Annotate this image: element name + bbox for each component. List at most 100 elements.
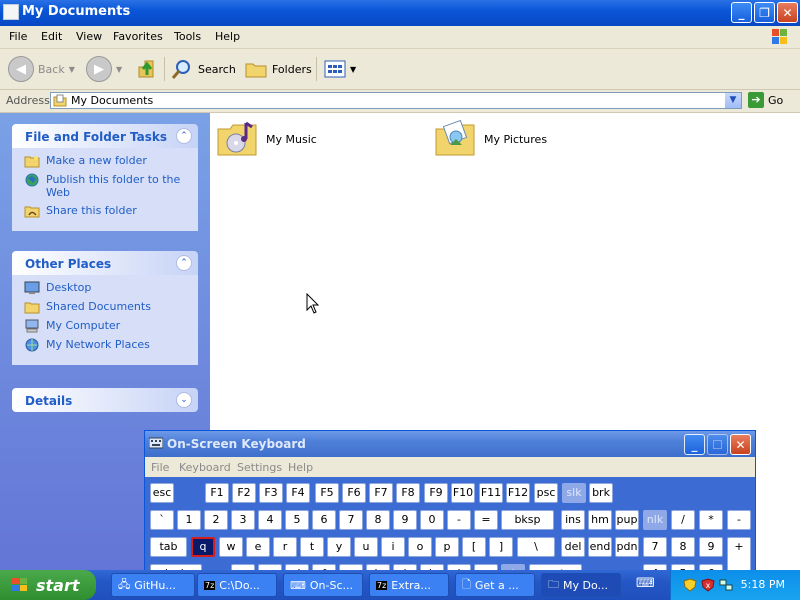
key-row1-7[interactable]: F7 [369,483,393,503]
collapse-chevron-icon[interactable]: ⌃ [176,128,192,144]
key-row2-13[interactable]: bksp [501,510,554,530]
key-row2-16[interactable]: pup [615,510,639,530]
osk-menu-settings[interactable]: Settings [237,461,282,474]
key-row3-11[interactable]: [ [462,537,486,557]
key-row1-9[interactable]: F9 [424,483,448,503]
osk-menu-help[interactable]: Help [288,461,313,474]
osk-menu-file[interactable]: File [151,461,169,474]
key-row2-7[interactable]: 7 [339,510,363,530]
key-row3-18[interactable]: 8 [671,537,695,557]
task-share-folder[interactable]: Share this folder [24,204,188,218]
key-row1-2[interactable]: F2 [232,483,256,503]
key-row3-8[interactable]: i [381,537,405,557]
key-row2-12[interactable]: = [474,510,498,530]
panel-header[interactable]: File and Folder Tasks ⌃ [12,124,198,148]
restore-button[interactable]: ❐ [754,2,775,23]
taskbar-item-on-screen-keyboard[interactable]: ⌨ On-Sc... [283,573,363,597]
key-row2-9[interactable]: 9 [393,510,417,530]
place-shared-documents[interactable]: Shared Documents [24,300,188,314]
key-row1-12[interactable]: F12 [506,483,530,503]
key-row3-0[interactable]: tab [150,537,187,557]
key-row2-2[interactable]: 2 [204,510,228,530]
security-alert-icon[interactable]: x [701,578,715,592]
menu-favorites[interactable]: Favorites [113,30,163,43]
key-row3-4[interactable]: r [273,537,297,557]
key-row2-11[interactable]: - [447,510,471,530]
security-shield-icon[interactable] [683,578,697,592]
menu-file[interactable]: File [9,30,27,43]
taskbar-item-my-documents[interactable]: 🗀 My Do... [541,573,621,597]
forward-dropdown-icon[interactable]: ▼ [116,65,122,74]
menu-help[interactable]: Help [215,30,240,43]
key-row2-19[interactable]: * [699,510,723,530]
key-row2-3[interactable]: 3 [231,510,255,530]
key-row3-6[interactable]: y [327,537,351,557]
place-my-computer[interactable]: My Computer [24,319,188,333]
key-row3-17[interactable]: 7 [643,537,667,557]
task-make-new-folder[interactable]: Make a new folder [24,154,188,168]
place-my-network-places[interactable]: My Network Places [24,338,188,352]
quick-launch-keyboard-icon[interactable]: ⌨ [636,576,655,591]
key-row1-14[interactable]: slk [562,483,586,503]
close-button[interactable]: ✕ [777,2,798,23]
title-bar[interactable]: My Documents _ ❐ ✕ [0,0,800,26]
key-row2-4[interactable]: 4 [258,510,282,530]
folder-my-pictures[interactable]: My Pictures [434,119,547,159]
key-row1-0[interactable]: esc [150,483,174,503]
osk-maximize-button[interactable]: ☐ [707,434,728,455]
key-row1-11[interactable]: F11 [479,483,503,503]
key-row3-1[interactable]: q [191,537,215,557]
key-row3-3[interactable]: e [246,537,270,557]
osk-menu-keyboard[interactable]: Keyboard [179,461,231,474]
key-row3-16[interactable]: pdn [615,537,639,557]
key-row3-5[interactable]: t [300,537,324,557]
back-button[interactable]: ◀ Back ▼ [8,55,75,83]
key-row3-10[interactable]: p [435,537,459,557]
key-row3-19[interactable]: 9 [699,537,723,557]
menu-tools[interactable]: Tools [174,30,201,43]
key-row1-5[interactable]: F5 [315,483,339,503]
key-row1-8[interactable]: F8 [396,483,420,503]
key-row2-6[interactable]: 6 [312,510,336,530]
taskbar-item-github[interactable]: 🖧 GitHu... [111,573,195,597]
key-row2-14[interactable]: ins [561,510,585,530]
key-row1-6[interactable]: F6 [342,483,366,503]
folders-button[interactable]: Folders [244,55,312,83]
address-dropdown-icon[interactable]: ▼ [725,93,741,108]
menu-view[interactable]: View [76,30,102,43]
key-row1-10[interactable]: F10 [451,483,475,503]
key-row3-15[interactable]: end [588,537,612,557]
start-button[interactable]: start [0,570,96,600]
key-row3-12[interactable]: ] [489,537,513,557]
taskbar-item-extract[interactable]: 7z Extra... [369,573,449,597]
views-button[interactable]: ▼ [324,55,356,83]
menu-edit[interactable]: Edit [41,30,62,43]
key-row1-13[interactable]: psc [534,483,558,503]
key-row1-15[interactable]: brk [589,483,613,503]
taskbar-item-get-a[interactable]: 🗋 Get a ... [455,573,535,597]
key-row3-7[interactable]: u [354,537,378,557]
minimize-button[interactable]: _ [731,2,752,23]
place-desktop[interactable]: Desktop [24,281,188,295]
panel-header[interactable]: Other Places ⌃ [12,251,198,275]
clock[interactable]: 5:18 PM [741,578,785,591]
key-row2-5[interactable]: 5 [285,510,309,530]
key-row2-18[interactable]: / [671,510,695,530]
osk-close-button[interactable]: ✕ [730,434,751,455]
go-button[interactable]: ➔ Go [748,92,783,108]
key-row2-17[interactable]: nlk [643,510,667,530]
address-input[interactable]: My Documents ▼ [50,92,742,109]
key-row2-20[interactable]: - [727,510,751,530]
key-row3-9[interactable]: o [408,537,432,557]
panel-header[interactable]: Details ⌄ [12,388,198,412]
key-row2-1[interactable]: 1 [177,510,201,530]
key-row2-10[interactable]: 0 [420,510,444,530]
key-row2-0[interactable]: ` [150,510,174,530]
back-dropdown-icon[interactable]: ▼ [69,65,75,74]
key-row2-8[interactable]: 8 [366,510,390,530]
osk-title-bar[interactable]: On-Screen Keyboard _ ☐ ✕ [145,431,755,457]
expand-chevron-icon[interactable]: ⌄ [176,392,192,408]
key-row1-3[interactable]: F3 [259,483,283,503]
osk-minimize-button[interactable]: _ [684,434,705,455]
key-row3-14[interactable]: del [561,537,585,557]
